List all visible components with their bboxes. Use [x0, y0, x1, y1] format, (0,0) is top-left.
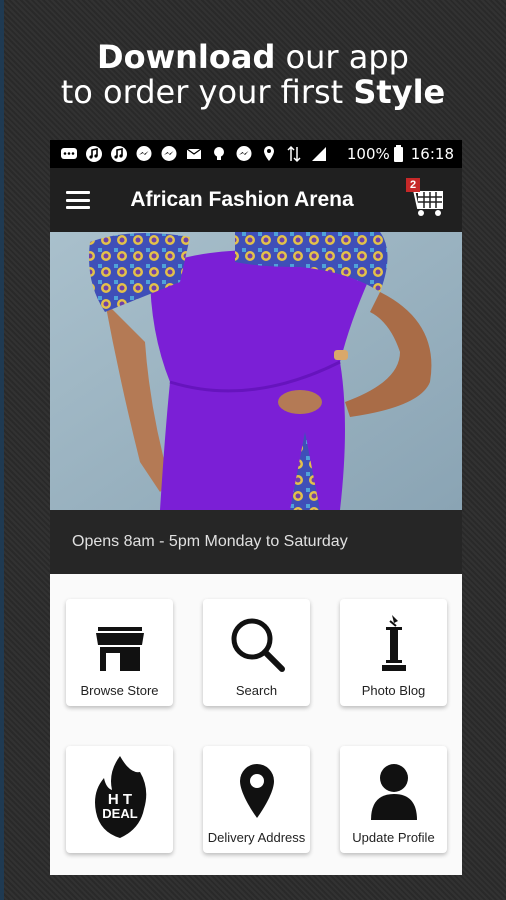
location-pin-icon [239, 764, 274, 818]
search-icon [231, 618, 285, 672]
browse-store-label: Browse Store [80, 683, 159, 698]
cart-badge: 2 [406, 178, 420, 192]
app-title: African Fashion Arena [130, 188, 354, 211]
cart-button[interactable]: 2 [406, 178, 446, 220]
messenger-icon [235, 145, 253, 163]
browse-store-tile[interactable]: Browse Store [66, 599, 173, 706]
status-right: 100% 16:18 [346, 144, 454, 163]
promo-line-2: to order your first Style [0, 75, 506, 110]
promo-banner: Download our app to order your first Sty… [0, 38, 506, 110]
music-icon [85, 145, 103, 163]
promo-line-1: Download our app [0, 38, 506, 76]
delivery-address-tile[interactable]: Delivery Address [203, 746, 310, 853]
promo-line-1-rest: our app [275, 38, 409, 76]
mail-icon [185, 145, 203, 163]
search-label: Search [235, 683, 278, 698]
promo-line-2-rest: to order your first [60, 73, 354, 112]
battery-percent: 100% [346, 145, 390, 163]
battery-icon [393, 144, 403, 162]
store-icon [95, 627, 144, 671]
promo-line-1-bold: Download [97, 38, 276, 76]
data-icon [285, 145, 303, 163]
user-profile-icon [370, 764, 417, 820]
business-hours: Opens 8am - 5pm Monday to Saturday [50, 510, 462, 574]
photo-blog-tile[interactable]: Photo Blog [340, 599, 447, 706]
location-icon [260, 145, 278, 163]
hot-deal-tile[interactable]: H T DEAL [66, 746, 173, 853]
photo-blog-label: Photo Blog [361, 683, 426, 698]
update-profile-label: Update Profile [352, 830, 435, 845]
promo-line-2-bold: Style [353, 73, 446, 112]
app-bar: African Fashion Arena 2 [50, 168, 462, 232]
hero-image [50, 232, 462, 510]
bulb-icon [210, 145, 228, 163]
chat-icon [60, 145, 78, 163]
left-edge-accent [0, 0, 4, 900]
messenger-icon [160, 145, 178, 163]
clock: 16:18 [410, 145, 454, 163]
update-profile-tile[interactable]: Update Profile [340, 746, 447, 853]
hot-deal-text-bottom: DEAL [102, 806, 137, 821]
dress-photo [50, 232, 462, 510]
delivery-address-label: Delivery Address [207, 830, 306, 845]
menu-grid: Browse Store Search Photo Blog H T DEAL … [50, 574, 462, 875]
search-tile[interactable]: Search [203, 599, 310, 706]
music-icon [110, 145, 128, 163]
hot-deal-icon: H T DEAL [94, 756, 146, 838]
status-bar: 100% 16:18 [50, 140, 462, 168]
phone-screen: 100% 16:18 African Fashion Arena 2 Opens… [50, 140, 462, 875]
menu-icon[interactable] [66, 191, 90, 209]
notification-icons [60, 145, 347, 163]
messenger-icon [135, 145, 153, 163]
signal-icon [310, 145, 328, 163]
photo-blog-icon [381, 615, 406, 671]
